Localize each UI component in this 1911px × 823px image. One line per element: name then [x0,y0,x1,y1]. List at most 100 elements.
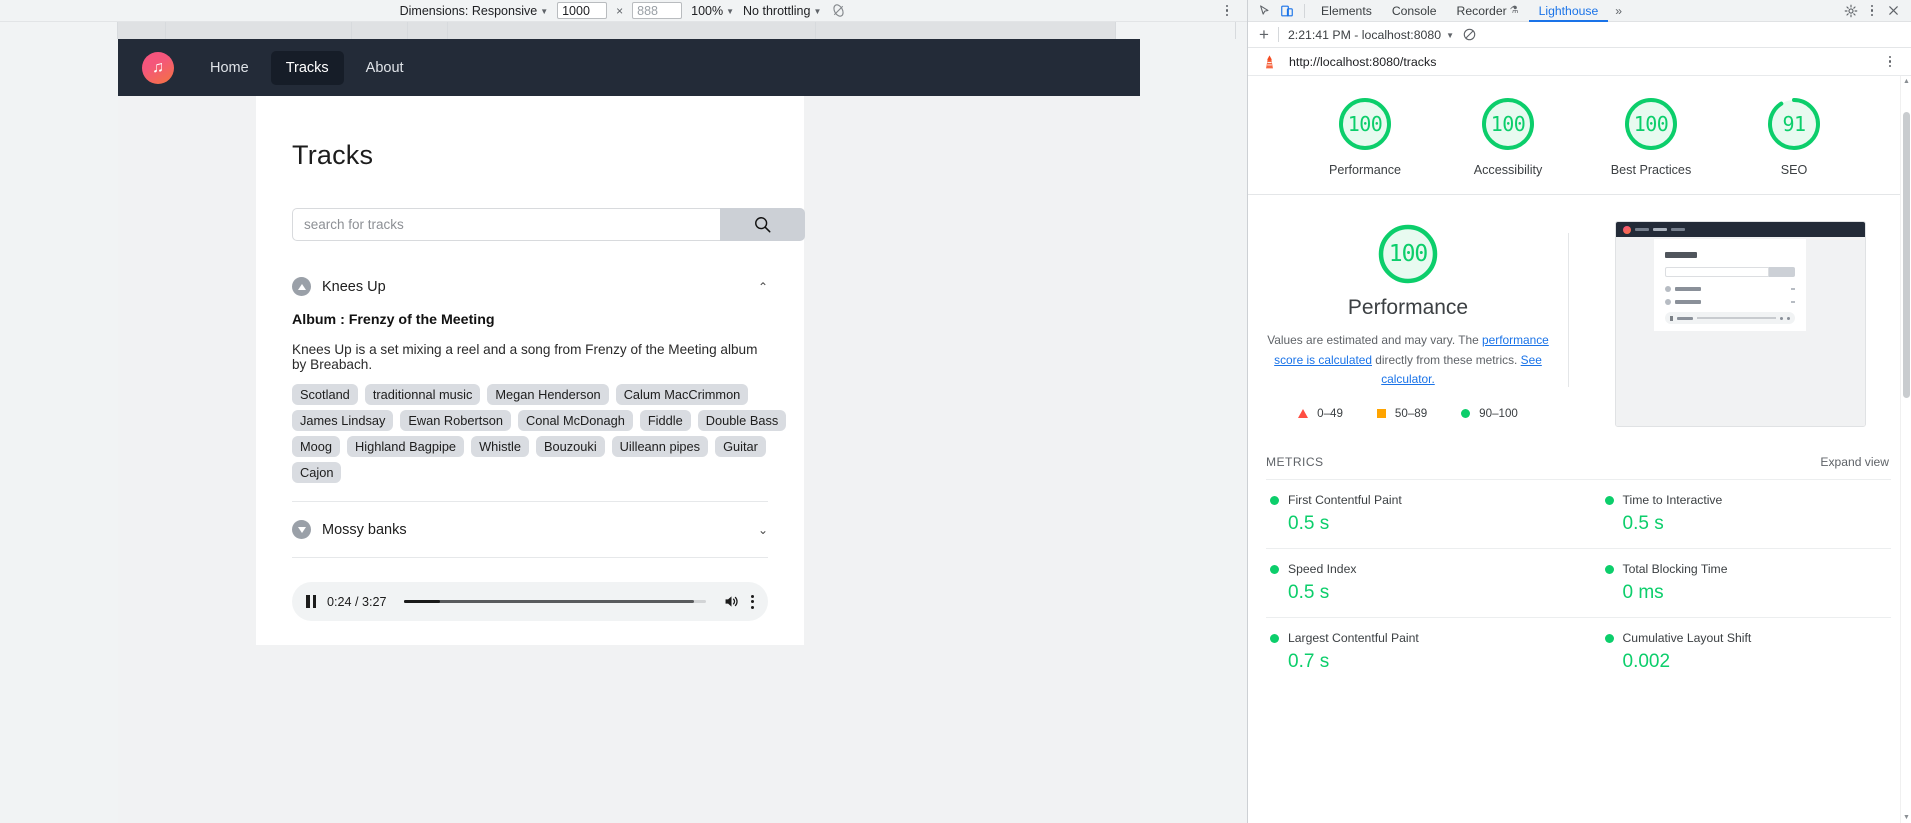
device-emulation-pane: Dimensions: Responsive ▼ × 100% ▼ No thr… [0,0,1248,823]
metric-item[interactable]: Cumulative Layout Shift0.002 [1579,617,1892,686]
content-card: Tracks [256,96,804,645]
lighthouse-icon [1262,54,1277,70]
metric-status-dot-icon [1605,634,1614,643]
toggle-device-toolbar-icon[interactable] [1276,2,1298,20]
player-progress-bar[interactable] [404,600,706,604]
metric-header: Total Blocking Time [1605,562,1886,576]
performance-gauge: 100 [1375,221,1441,287]
more-tabs-button[interactable]: » [1608,0,1629,22]
category-gauge-accessibility[interactable]: 100Accessibility [1459,96,1557,178]
volume-high-icon[interactable] [723,593,740,610]
metric-value: 0.7 s [1288,651,1573,673]
metric-value: 0 ms [1623,582,1886,604]
tab-elements[interactable]: Elements [1311,0,1382,22]
dimensions-dropdown[interactable]: Dimensions: Responsive ▼ [400,4,548,18]
viewport-ruler [0,22,1247,39]
thumbnail-player [1665,312,1795,324]
device-toolbar-menu-icon[interactable] [1219,3,1235,19]
runbar-divider [1278,27,1279,42]
tab-console[interactable]: Console [1382,0,1447,22]
category-gauge-best-practices[interactable]: 100Best Practices [1602,96,1700,178]
clear-report-icon[interactable] [1463,28,1477,42]
chevron-down-icon: ▼ [726,7,734,16]
metric-name: First Contentful Paint [1288,493,1402,507]
tabbar-divider [1304,4,1305,18]
performance-section: 100 Performance Values are estimated and… [1248,195,1911,441]
tab-label: Console [1392,4,1437,18]
devtools-menu-icon[interactable] [1864,5,1880,17]
devtools-tabbar: Elements Console Recorder ⚗ Lighthouse » [1248,0,1911,22]
metric-name: Speed Index [1288,562,1356,576]
metric-name: Largest Contentful Paint [1288,631,1419,645]
track-description: Knees Up is a set mixing a reel and a so… [292,342,768,372]
metric-value: 0.5 s [1288,513,1573,535]
track-tag: Guitar [715,436,766,457]
new-report-button[interactable]: + [1259,26,1269,43]
metric-name: Cumulative Layout Shift [1623,631,1752,645]
metric-header: Time to Interactive [1605,493,1886,507]
thumbnail-navbar [1616,222,1865,237]
metric-item[interactable]: First Contentful Paint 0.5 s [1266,479,1579,548]
rotate-device-icon[interactable] [830,2,847,19]
lighthouse-url-row: http://localhost:8080/tracks [1248,48,1911,76]
player-played-bar [404,600,440,604]
tab-label: Elements [1321,4,1372,18]
track-tag: Megan Henderson [487,384,608,405]
track-accordion-header[interactable]: Mossy banks ⌄ [292,518,768,541]
scrollbar-thumb[interactable] [1903,112,1910,398]
chevron-up-icon[interactable]: ⌃ [758,281,768,293]
app-root: Dimensions: Responsive ▼ × 100% ▼ No thr… [0,0,1911,823]
thumbnail-title [1665,252,1697,258]
inspect-element-icon[interactable] [1254,2,1276,20]
metric-item[interactable]: Total Blocking Time 0 ms [1579,548,1892,617]
triangle-red-icon [1298,409,1308,418]
metric-item[interactable]: Time to Interactive0.5 s [1579,479,1892,548]
gauge-label: Performance [1329,162,1401,178]
throttling-dropdown[interactable]: No throttling ▼ [743,4,821,18]
metric-status-dot-icon [1605,565,1614,574]
metric-item[interactable]: Speed Index0.5 s [1266,548,1579,617]
legend-range: 90–100 [1479,407,1518,420]
track-accordion-header[interactable]: Knees Up ⌃ [292,275,768,298]
site-navbar: ♫ Home Tracks About [118,39,1140,96]
metrics-header: METRICS Expand view [1248,441,1911,469]
thumbnail-nav-item-active [1653,228,1667,231]
nav-link-home[interactable]: Home [195,51,264,85]
metric-item[interactable]: Largest Contentful Paint 0.7 s [1266,617,1579,686]
gauge-label: SEO [1781,162,1808,178]
report-row-menu-icon[interactable] [1882,56,1898,68]
track-tag: Conal McDonagh [518,410,633,431]
viewport-width-input[interactable] [557,2,607,19]
thumbnail-accordion [1665,286,1795,292]
metric-status-dot-icon [1270,565,1279,574]
logo-glyph: ♫ [152,60,164,76]
track-tag: Scotland [292,384,358,405]
chevron-down-icon[interactable]: ⌄ [758,524,768,536]
search-button[interactable] [720,208,805,241]
report-selector[interactable]: 2:21:41 PM - localhost:8080 ▼ [1288,28,1454,42]
dimensions-label: Dimensions: Responsive [400,4,538,18]
category-gauge-performance[interactable]: 100Performance [1316,96,1414,178]
devtools-scrollbar[interactable]: ▲ ▼ [1900,76,1911,823]
nav-link-about[interactable]: About [351,51,419,85]
search-input[interactable] [292,208,720,241]
viewport-height-input[interactable] [632,2,682,19]
gauge-ring: 100 [1623,96,1679,152]
zoom-dropdown[interactable]: 100% ▼ [691,4,734,18]
tab-lighthouse[interactable]: Lighthouse [1529,0,1609,22]
gear-icon[interactable] [1840,2,1862,20]
scroll-up-arrow-icon[interactable]: ▲ [1901,76,1911,87]
player-menu-icon[interactable] [751,595,754,609]
pause-icon[interactable] [306,595,316,608]
close-icon[interactable] [1882,2,1904,20]
track-tag: Highland Bagpipe [347,436,464,457]
category-gauge-seo[interactable]: 91 SEO [1745,96,1843,178]
nav-link-tracks[interactable]: Tracks [271,51,344,85]
tab-recorder[interactable]: Recorder ⚗ [1447,0,1529,22]
gauge-score: 91 [1766,96,1822,152]
expand-view-button[interactable]: Expand view [1820,455,1889,469]
triangle-up-icon [292,277,311,296]
metric-header: First Contentful Paint [1270,493,1573,507]
scroll-down-arrow-icon[interactable]: ▼ [1901,812,1911,823]
note-text-1: Values are estimated and may vary. The [1267,333,1482,347]
